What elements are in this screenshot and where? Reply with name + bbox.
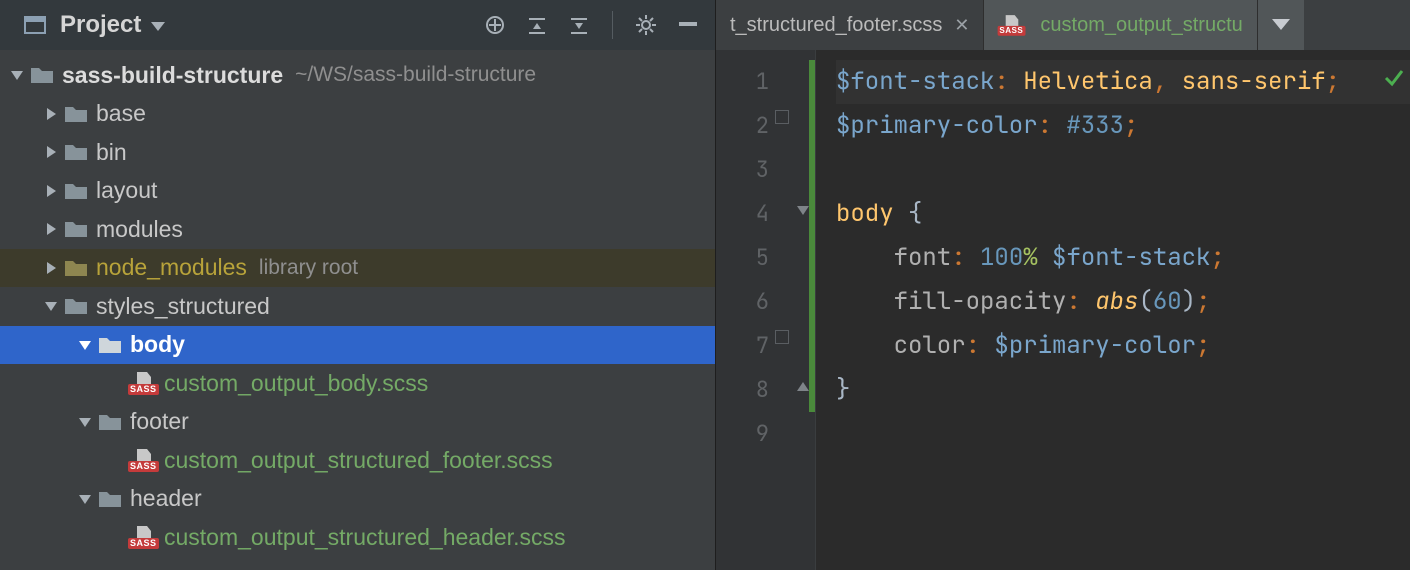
code-line — [836, 412, 1410, 456]
tree-node-node-modules[interactable]: node_modules library root — [0, 249, 715, 288]
tree-node-label: custom_output_structured_footer.scss — [164, 447, 553, 474]
vcs-change-marker — [809, 60, 815, 412]
tree-node-label: bin — [96, 139, 127, 166]
folder-icon — [64, 296, 88, 316]
editor-area: t_structured_footer.scss ✕ SASS custom_o… — [716, 0, 1410, 570]
code-line: color: $primary-color; — [836, 324, 1410, 368]
project-window-icon — [18, 8, 52, 42]
chevron-down-icon[interactable] — [74, 415, 96, 429]
tree-file-footer-scss[interactable]: SASS custom_output_structured_footer.scs… — [0, 441, 715, 480]
chevron-right-icon[interactable] — [40, 261, 62, 275]
tree-node-path: ~/WS/sass-build-structure — [295, 63, 536, 87]
tree-node-body[interactable]: body — [0, 326, 715, 365]
code-line: fill-opacity: abs(60); — [836, 280, 1410, 324]
sass-file-icon: SASS — [132, 450, 156, 470]
fold-start-icon[interactable] — [795, 204, 811, 220]
chevron-right-icon[interactable] — [40, 184, 62, 198]
line-number: 2 — [716, 104, 815, 148]
tree-node-styles-structured[interactable]: styles_structured — [0, 287, 715, 326]
expand-all-icon[interactable] — [520, 8, 554, 42]
code-line — [836, 148, 1410, 192]
tree-node-header[interactable]: header — [0, 480, 715, 519]
line-number: 3 — [716, 148, 815, 192]
breakpoint-gutter-marker[interactable] — [775, 330, 789, 344]
tree-node-label: layout — [96, 177, 157, 204]
collapse-all-icon[interactable] — [562, 8, 596, 42]
code-editor[interactable]: $font-stack: Helvetica, sans-serif; $pri… — [816, 50, 1410, 570]
project-view-dropdown-icon[interactable] — [151, 11, 165, 39]
chevron-right-icon[interactable] — [40, 107, 62, 121]
tree-file-body-scss[interactable]: SASS custom_output_body.scss — [0, 364, 715, 403]
sass-file-icon: SASS — [132, 373, 156, 393]
more-tabs-chevron-icon[interactable] — [1258, 0, 1304, 50]
line-number: 5 — [716, 236, 815, 280]
folder-icon — [98, 489, 122, 509]
sass-file-icon: SASS — [1002, 16, 1024, 34]
toolbar-divider — [612, 11, 613, 39]
chevron-right-icon[interactable] — [40, 145, 62, 159]
chevron-right-icon[interactable] — [40, 222, 62, 236]
settings-gear-icon[interactable] — [629, 8, 663, 42]
project-panel-title: Project — [60, 11, 141, 39]
line-number: 9 — [716, 412, 815, 456]
tree-node-label: sass-build-structure — [62, 62, 283, 89]
tree-node-hint: library root — [259, 256, 358, 280]
tab-label: t_structured_footer.scss — [730, 14, 942, 37]
code-line: $font-stack: Helvetica, sans-serif; — [836, 60, 1410, 104]
project-tree[interactable]: sass-build-structure ~/WS/sass-build-str… — [0, 50, 715, 570]
tree-root[interactable]: sass-build-structure ~/WS/sass-build-str… — [0, 56, 715, 95]
project-panel-header: Project — [0, 0, 715, 50]
folder-icon — [30, 65, 54, 85]
editor-tab-footer[interactable]: t_structured_footer.scss ✕ — [716, 0, 984, 50]
inspection-ok-icon — [1384, 64, 1404, 95]
folder-icon — [98, 412, 122, 432]
code-line: font: 100% $font-stack; — [836, 236, 1410, 280]
code-line: body { — [836, 192, 1410, 236]
tree-node-label: custom_output_structured_header.scss — [164, 524, 565, 551]
code-line: $primary-color: #333; — [836, 104, 1410, 148]
folder-icon — [98, 335, 122, 355]
chevron-down-icon[interactable] — [40, 299, 62, 313]
tree-node-label: styles_structured — [96, 293, 270, 320]
close-icon[interactable]: ✕ — [954, 15, 969, 36]
tree-node-label: node_modules — [96, 254, 247, 281]
tree-node-base[interactable]: base — [0, 95, 715, 134]
editor-tab-custom-output[interactable]: SASS custom_output_structu — [984, 0, 1257, 50]
editor-tabs: t_structured_footer.scss ✕ SASS custom_o… — [716, 0, 1410, 50]
editor-gutter[interactable]: 1 2 3 4 5 6 7 8 9 — [716, 50, 816, 570]
fold-end-icon[interactable] — [795, 380, 811, 396]
tree-node-label: body — [130, 331, 185, 358]
tree-node-modules[interactable]: modules — [0, 210, 715, 249]
tree-node-label: modules — [96, 216, 183, 243]
tree-file-header-scss[interactable]: SASS custom_output_structured_header.scs… — [0, 518, 715, 557]
code-line: } — [836, 368, 1410, 412]
breakpoint-gutter-marker[interactable] — [775, 110, 789, 124]
tree-node-bin[interactable]: bin — [0, 133, 715, 172]
tree-node-label: header — [130, 485, 202, 512]
tree-node-footer[interactable]: footer — [0, 403, 715, 442]
folder-icon — [64, 258, 88, 278]
folder-icon — [64, 104, 88, 124]
tree-node-label: custom_output_body.scss — [164, 370, 428, 397]
tree-node-label: base — [96, 100, 146, 127]
folder-icon — [64, 181, 88, 201]
chevron-down-icon[interactable] — [74, 492, 96, 506]
line-number: 6 — [716, 280, 815, 324]
chevron-down-icon[interactable] — [74, 338, 96, 352]
chevron-down-icon[interactable] — [6, 68, 28, 82]
line-number: 7 — [716, 324, 815, 368]
hide-panel-icon[interactable] — [671, 8, 705, 42]
folder-icon — [64, 219, 88, 239]
line-number: 1 — [716, 60, 815, 104]
tree-node-label: footer — [130, 408, 189, 435]
tab-label: custom_output_structu — [1040, 14, 1242, 37]
tree-node-layout[interactable]: layout — [0, 172, 715, 211]
select-opened-file-icon[interactable] — [478, 8, 512, 42]
project-tool-window: Project — [0, 0, 716, 570]
sass-file-icon: SASS — [132, 527, 156, 547]
folder-icon — [64, 142, 88, 162]
